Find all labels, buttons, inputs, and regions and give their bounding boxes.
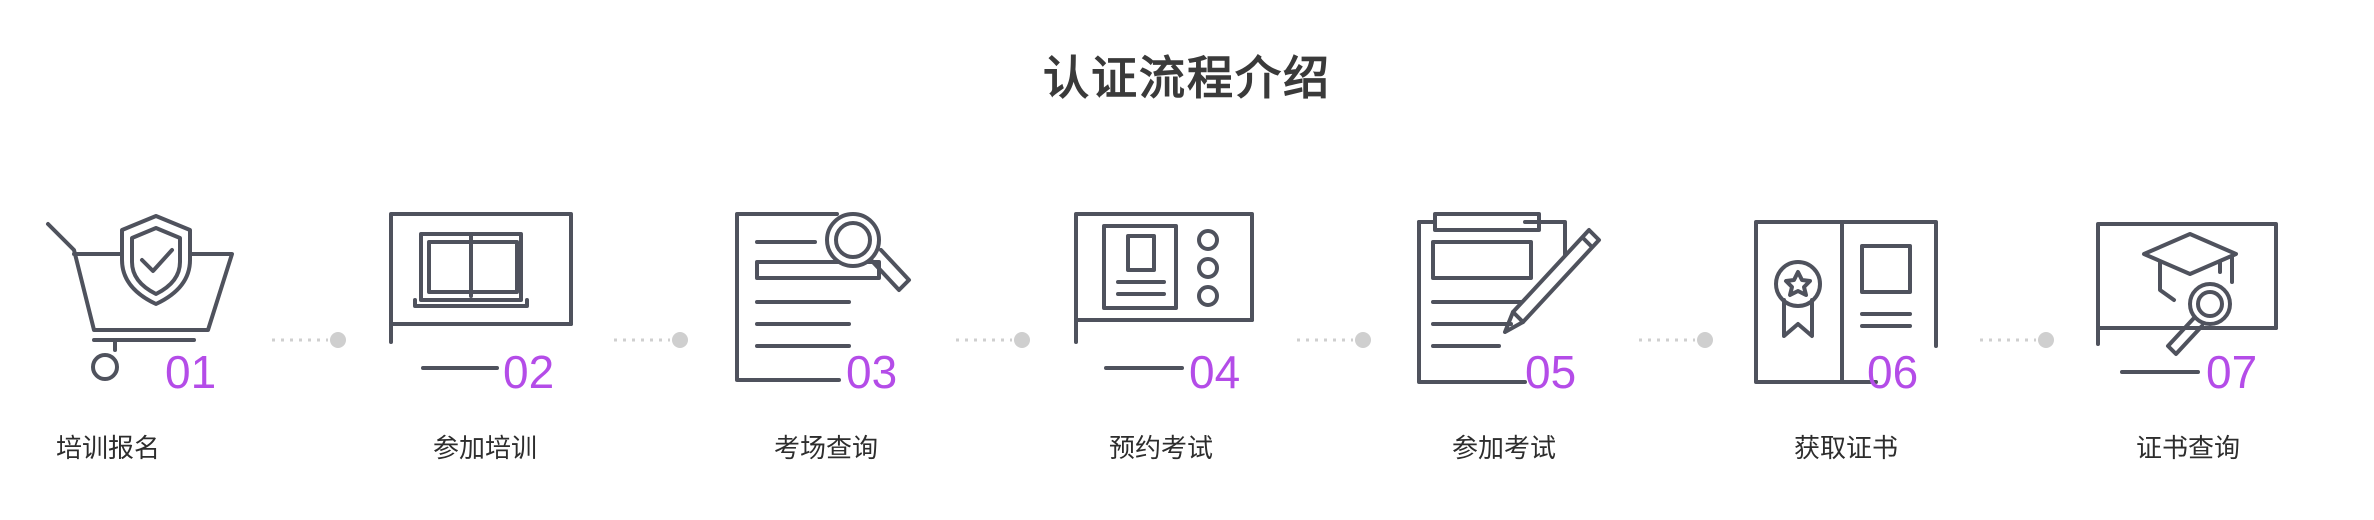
step-label: 考场查询 xyxy=(773,434,878,464)
dotted-connector xyxy=(272,332,346,348)
step-number: 02 xyxy=(503,346,555,398)
dotted-connector xyxy=(1297,332,1371,348)
dotted-connector xyxy=(956,332,1030,348)
dotted-connector xyxy=(614,332,688,348)
step-label: 参加考试 xyxy=(1451,434,1556,464)
step-number: 03 xyxy=(846,346,898,398)
step-number: 01 xyxy=(165,346,217,398)
step-label: 证书查询 xyxy=(2135,434,2240,464)
step-number: 04 xyxy=(1189,346,1241,398)
step-number: 05 xyxy=(1525,346,1577,398)
step-number: 06 xyxy=(1867,346,1919,398)
step-number: 07 xyxy=(2206,346,2258,398)
step-label: 获取证书 xyxy=(1793,434,1898,464)
process-steps: 01 培训报名 02 参加培训 03 考场查询 04 预约考试 05 参加考试 … xyxy=(0,0,2374,520)
step-label: 预约考试 xyxy=(1108,434,1213,464)
step-label: 参加培训 xyxy=(432,434,537,464)
dotted-connector xyxy=(1639,332,1713,348)
step-label: 培训报名 xyxy=(55,434,160,464)
dotted-connector xyxy=(1980,332,2054,348)
step-7: 07 证书查询 xyxy=(2094,200,2374,480)
